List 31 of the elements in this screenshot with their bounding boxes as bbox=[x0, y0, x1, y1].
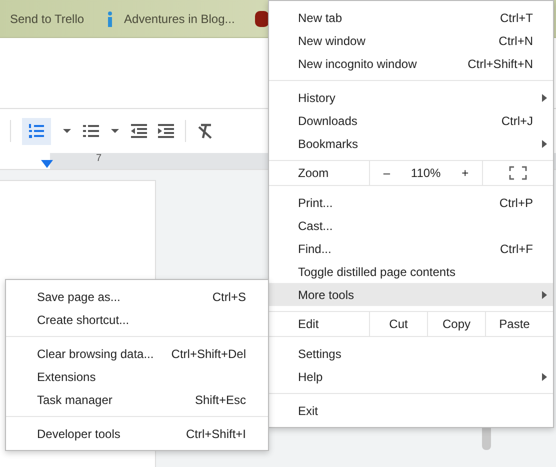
menu-item[interactable]: Toggle distilled page contents bbox=[269, 260, 553, 283]
menu-item[interactable]: Find... Ctrl+F bbox=[269, 237, 553, 260]
edit-button[interactable]: Cut bbox=[369, 312, 427, 336]
menu-item[interactable]: Save page as... Ctrl+S bbox=[6, 285, 268, 308]
menu-item[interactable]: Print... Ctrl+P bbox=[269, 191, 553, 214]
menu-item[interactable]: Exit bbox=[269, 399, 553, 422]
menu-item[interactable]: More tools bbox=[269, 283, 553, 306]
menu-item[interactable]: Developer tools Ctrl+Shift+I bbox=[6, 422, 268, 445]
menu-item[interactable]: Extensions bbox=[6, 365, 268, 388]
menu-item[interactable]: New tab Ctrl+T bbox=[269, 6, 553, 29]
menu-item[interactable]: New window Ctrl+N bbox=[269, 29, 553, 52]
menu-item[interactable]: History bbox=[269, 86, 553, 109]
edit-button[interactable]: Copy bbox=[427, 312, 485, 336]
zoom-value: 110% bbox=[410, 166, 441, 180]
menu-item[interactable]: New incognito window Ctrl+Shift+N bbox=[269, 52, 553, 75]
menu-item[interactable]: Settings bbox=[269, 342, 553, 365]
menu-item[interactable]: Task manager Shift+Esc bbox=[6, 388, 268, 411]
zoom-in-button[interactable]: + bbox=[456, 166, 475, 180]
ruler-number: 7 bbox=[96, 153, 102, 164]
zoom-out-button[interactable]: – bbox=[377, 166, 396, 180]
menu-item[interactable]: Downloads Ctrl+J bbox=[269, 109, 553, 132]
menu-item[interactable]: Create shortcut... bbox=[6, 308, 268, 331]
bookmark-link[interactable]: Send to Trello bbox=[10, 12, 84, 26]
bookmark-link[interactable]: Adventures in Blog... bbox=[106, 10, 235, 26]
zoom-label: Zoom bbox=[297, 165, 330, 182]
edit-label: Edit bbox=[297, 316, 320, 333]
menu-item[interactable]: Clear browsing data... Ctrl+Shift+Del bbox=[6, 342, 268, 365]
edit-button[interactable]: Paste bbox=[485, 312, 543, 336]
menu-item[interactable]: Cast... bbox=[269, 214, 553, 237]
menu-item[interactable]: Help bbox=[269, 365, 553, 388]
menu-item[interactable]: Bookmarks bbox=[269, 132, 553, 155]
